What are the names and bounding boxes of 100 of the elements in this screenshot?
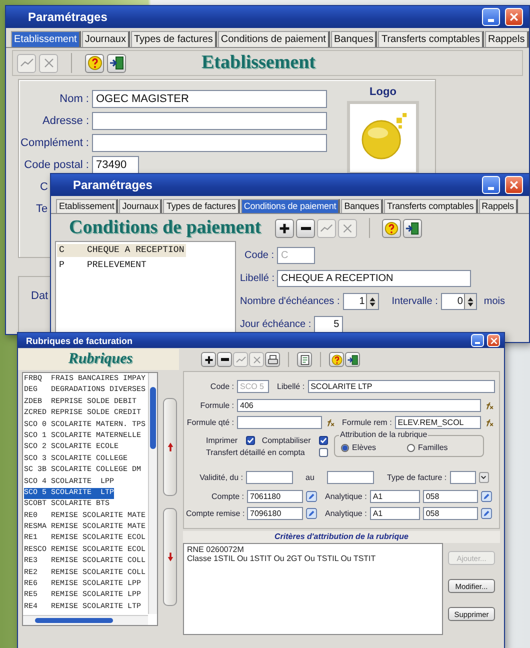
help-button[interactable] bbox=[85, 54, 104, 72]
add-button[interactable] bbox=[201, 352, 216, 367]
plus-icon bbox=[202, 354, 214, 366]
input-field[interactable]: 7061180 bbox=[247, 490, 303, 503]
input-field[interactable]: 406 bbox=[237, 399, 481, 412]
logo-label: Logo bbox=[370, 86, 396, 98]
help-button[interactable] bbox=[382, 218, 402, 238]
radio-button[interactable] bbox=[341, 444, 349, 452]
field-label: Formule rem : bbox=[342, 418, 392, 427]
section-heading: Conditions de paiement bbox=[69, 217, 262, 239]
minimize-button[interactable] bbox=[471, 334, 484, 347]
tab[interactable]: Transferts comptables bbox=[378, 31, 484, 47]
arrow-up-icon bbox=[166, 442, 174, 452]
input-field[interactable]: 058 bbox=[422, 507, 478, 520]
input-field[interactable]: 058 bbox=[422, 490, 478, 503]
input-field[interactable] bbox=[92, 134, 327, 152]
tab[interactable]: Types de factures bbox=[163, 199, 240, 213]
remove-button[interactable] bbox=[217, 352, 232, 367]
input-field[interactable]: CHEQUE A RECEPTION bbox=[277, 270, 471, 287]
tab[interactable]: Conditions de paiement bbox=[240, 199, 340, 213]
window-title: Paramétrages bbox=[73, 178, 154, 192]
close-icon bbox=[488, 336, 498, 346]
tab[interactable]: Types de factures bbox=[130, 31, 217, 47]
print-button[interactable] bbox=[265, 352, 280, 367]
input-field[interactable]: ELEV.REM_SCOL bbox=[394, 416, 481, 429]
input-field[interactable] bbox=[246, 471, 293, 484]
close-icon bbox=[508, 179, 520, 191]
input-field[interactable] bbox=[450, 471, 476, 484]
input-field[interactable] bbox=[327, 471, 374, 484]
checkbox[interactable] bbox=[319, 448, 328, 456]
help-button[interactable] bbox=[329, 352, 344, 367]
list-item[interactable]: C CHEQUE A RECEPTION bbox=[57, 244, 186, 257]
remove-button[interactable] bbox=[296, 218, 316, 238]
exit-button[interactable] bbox=[403, 218, 422, 238]
unit-label: mois bbox=[484, 296, 506, 307]
group-title: Attribution de la rubrique bbox=[339, 430, 428, 439]
exit-button[interactable] bbox=[345, 352, 360, 367]
close-button[interactable] bbox=[505, 8, 523, 26]
input-field[interactable]: SCOLARITE LTP bbox=[308, 380, 495, 393]
input-field[interactable]: OGEC MAGISTER bbox=[92, 90, 327, 108]
window-title: Paramétrages bbox=[28, 10, 108, 24]
function-icon bbox=[484, 400, 495, 411]
input-field[interactable]: A1 bbox=[370, 507, 420, 520]
checkmark-icon bbox=[246, 436, 254, 444]
input-field[interactable]: 73490 bbox=[92, 156, 139, 174]
field-label: au bbox=[304, 473, 316, 482]
minus-icon bbox=[220, 358, 228, 361]
input-field[interactable]: 5 bbox=[314, 316, 344, 333]
minimize-button[interactable] bbox=[482, 176, 500, 194]
chevron-down-icon bbox=[480, 474, 488, 481]
vertical-scrollbar[interactable] bbox=[148, 373, 157, 614]
input-field[interactable] bbox=[92, 112, 327, 130]
criteria-list[interactable]: RNE 0260072M Classe 1STIL Ou 1STIT Ou 2GT Ou TSTIL Ou TSTIT bbox=[183, 543, 443, 635]
dropdown-button[interactable] bbox=[478, 472, 489, 483]
tab[interactable]: Rappels bbox=[478, 199, 518, 213]
minus-icon bbox=[300, 226, 311, 230]
minimize-icon bbox=[488, 186, 494, 190]
scrollbar-thumb[interactable] bbox=[35, 618, 113, 623]
tab[interactable]: Journaux bbox=[82, 31, 130, 47]
field-label: Code : bbox=[209, 382, 234, 391]
minimize-button[interactable] bbox=[482, 8, 500, 26]
tab[interactable]: Conditions de paiement bbox=[218, 31, 330, 47]
tab[interactable]: Etablissement bbox=[11, 31, 81, 47]
tab[interactable]: Journaux bbox=[119, 199, 162, 213]
close-button[interactable] bbox=[487, 334, 500, 347]
minimize-icon bbox=[475, 342, 480, 344]
horizontal-scrollbar[interactable] bbox=[23, 615, 148, 625]
field-label: Validité, du : bbox=[198, 473, 243, 482]
checkmark-icon bbox=[234, 354, 246, 366]
pencil-icon bbox=[306, 491, 317, 502]
tab[interactable]: Transferts comptables bbox=[384, 199, 478, 213]
pencil-icon bbox=[480, 491, 492, 502]
document-icon bbox=[298, 354, 310, 366]
tab[interactable]: Banques bbox=[341, 199, 384, 213]
move-down-button[interactable] bbox=[163, 508, 177, 606]
field-label: Code : bbox=[244, 250, 274, 261]
exit-button[interactable] bbox=[107, 54, 126, 72]
pencil-icon bbox=[480, 508, 492, 519]
close-icon bbox=[508, 11, 520, 23]
tab[interactable]: Banques bbox=[330, 31, 378, 47]
input-field[interactable] bbox=[237, 416, 322, 429]
tab[interactable]: Etablissement bbox=[56, 199, 118, 213]
field-label: Compte remise : bbox=[186, 509, 244, 518]
section-heading: Rubriques bbox=[68, 351, 133, 368]
checkbox[interactable] bbox=[319, 436, 328, 444]
checkbox-label: Transfert détaillé en compta bbox=[206, 448, 306, 456]
radio-button[interactable] bbox=[407, 444, 416, 452]
door-icon bbox=[346, 354, 358, 366]
scrollbar-thumb[interactable] bbox=[150, 387, 156, 449]
close-button[interactable] bbox=[505, 176, 523, 194]
field-label: Type de facture : bbox=[387, 473, 447, 482]
add-button[interactable] bbox=[275, 218, 294, 238]
input-field[interactable]: A1 bbox=[370, 490, 420, 503]
checkbox[interactable] bbox=[246, 436, 255, 444]
move-up-button[interactable] bbox=[163, 398, 177, 496]
list-item[interactable]: P PRELEVEMENT bbox=[57, 259, 148, 272]
copy-button[interactable] bbox=[297, 352, 312, 367]
option-label: Elèves bbox=[352, 443, 376, 452]
tab[interactable]: Rappels bbox=[485, 31, 529, 47]
input-field[interactable]: 7096180 bbox=[247, 507, 303, 520]
